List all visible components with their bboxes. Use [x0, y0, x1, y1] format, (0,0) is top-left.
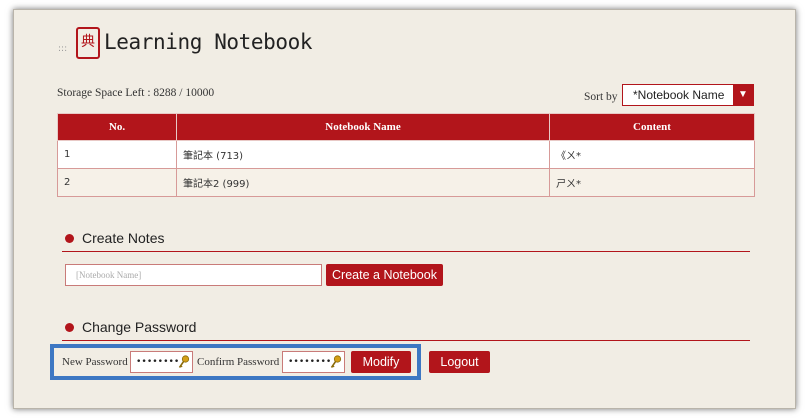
cell-no: 2	[57, 168, 177, 197]
column-header-notebook-name[interactable]: Notebook Name	[176, 113, 550, 141]
change-password-heading: Change Password	[82, 319, 197, 335]
cell-notebook-name[interactable]: 筆記本 (713)	[176, 140, 550, 169]
cell-notebook-name[interactable]: 筆記本2 (999)	[176, 168, 550, 197]
storage-space-text: Storage Space Left : 8288 / 10000	[57, 87, 215, 99]
sort-select-value: *Notebook Name	[633, 88, 725, 102]
create-notebook-button[interactable]: Create a Notebook	[326, 264, 443, 286]
menu-dots-icon[interactable]: :::	[58, 44, 67, 54]
sort-by-label: Sort by	[584, 91, 618, 103]
create-notes-heading: Create Notes	[82, 230, 165, 246]
cell-content: ㄕㄨ*	[549, 168, 755, 197]
logo-seal-icon: 典	[76, 27, 100, 59]
column-header-content[interactable]: Content	[549, 113, 755, 141]
column-header-no[interactable]: No.	[57, 113, 177, 141]
app-frame: ::: 典 Learning Notebook Storage Space Le…	[13, 9, 796, 409]
logout-button[interactable]: Logout	[429, 351, 490, 373]
notebook-name-input[interactable]: [Notebook Name]	[65, 264, 322, 286]
cell-no: 1	[57, 140, 177, 169]
section-divider	[62, 251, 750, 252]
table-row[interactable]: 1 筆記本 (713) 《ㄨ*	[57, 140, 755, 169]
table-row[interactable]: 2 筆記本2 (999) ㄕㄨ*	[57, 168, 755, 197]
section-divider	[62, 340, 750, 341]
page-title: Learning Notebook	[104, 30, 313, 54]
password-highlight-box	[50, 344, 421, 380]
cell-content: 《ㄨ*	[549, 140, 755, 169]
sort-select[interactable]: *Notebook Name ▼	[622, 84, 754, 106]
table-header-row: No. Notebook Name Content	[57, 113, 755, 141]
bullet-icon	[65, 234, 74, 243]
chevron-down-icon[interactable]: ▼	[733, 85, 753, 105]
bullet-icon	[65, 323, 74, 332]
notebook-table: No. Notebook Name Content 1 筆記本 (713) 《ㄨ…	[57, 113, 755, 197]
